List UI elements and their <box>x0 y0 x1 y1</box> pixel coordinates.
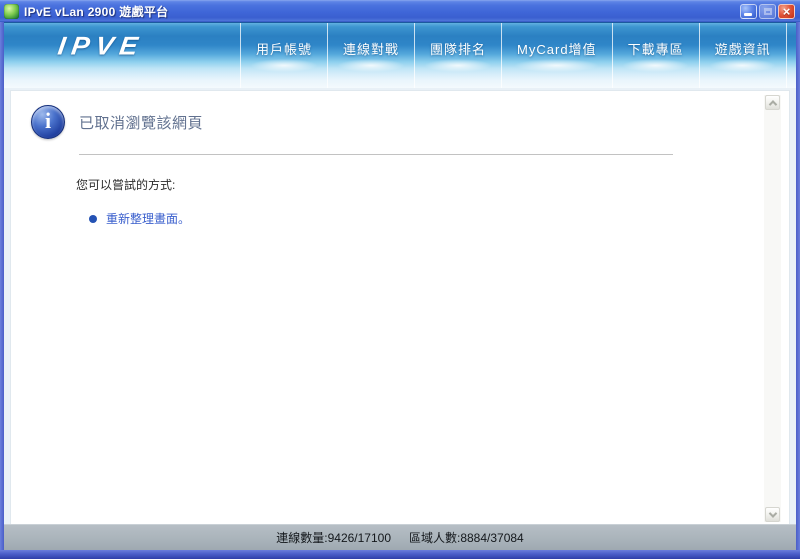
minimize-icon <box>744 12 752 16</box>
menu-item-ranking[interactable]: 團隊排名 <box>415 23 503 88</box>
connections-count: 連線數量:9426/17100 <box>276 531 391 545</box>
refresh-link[interactable]: 重新整理畫面。 <box>106 210 190 227</box>
navbar: IPVE 用戶帳號 連線對戰 團隊排名 MyCard增值 下載專區 遊戲資訊 <box>0 22 800 88</box>
suggestion-item: 重新整理畫面。 <box>89 210 789 227</box>
content-area: i 已取消瀏覽該網頁 您可以嘗試的方式: 重新整理畫面。 <box>4 88 796 524</box>
close-icon: × <box>782 3 791 19</box>
window-controls: × <box>738 3 795 19</box>
menu-item-mycard[interactable]: MyCard增值 <box>502 23 613 88</box>
menu-item-account[interactable]: 用戶帳號 <box>240 23 329 88</box>
scrollbar-track[interactable] <box>764 111 781 506</box>
scroll-up-button[interactable] <box>765 95 780 110</box>
close-button[interactable]: × <box>778 3 795 19</box>
try-label: 您可以嘗試的方式: <box>76 178 176 192</box>
main-menu: 用戶帳號 連線對戰 團隊排名 MyCard增值 下載專區 遊戲資訊 <box>240 23 787 88</box>
chevron-up-icon <box>768 99 777 109</box>
region-count: 區域人數:8884/37084 <box>409 531 524 545</box>
bullet-icon <box>89 214 97 223</box>
menu-item-battle[interactable]: 連線對戰 <box>328 23 416 88</box>
error-title: 已取消瀏覽該網頁 <box>79 114 204 132</box>
window-icon[interactable] <box>4 3 19 19</box>
info-icon: i <box>31 105 65 139</box>
minimize-button[interactable] <box>740 3 757 19</box>
ipve-logo[interactable]: IPVE <box>56 32 146 61</box>
scroll-down-button[interactable] <box>765 507 780 522</box>
app-window: IPvE vLan 2900 遊戲平台 × IPVE 用戶帳號 連線對戰 團隊排… <box>0 0 800 559</box>
info-icon-glyph: i <box>44 108 52 133</box>
titlebar[interactable]: IPvE vLan 2900 遊戲平台 × <box>0 0 800 22</box>
window-frame-left <box>0 22 4 550</box>
menu-item-download[interactable]: 下載專區 <box>613 23 700 88</box>
error-header: i 已取消瀏覽該網頁 <box>31 105 789 139</box>
error-page-panel: i 已取消瀏覽該網頁 您可以嘗試的方式: 重新整理畫面。 <box>10 90 790 524</box>
maximize-icon <box>763 7 772 15</box>
menu-item-gameinfo[interactable]: 遊戲資訊 <box>700 23 787 88</box>
maximize-button <box>759 3 776 19</box>
divider-line <box>79 154 673 155</box>
window-frame-bottom <box>0 550 800 559</box>
chevron-down-icon <box>768 508 777 518</box>
statusbar: 連線數量:9426/17100 區域人數:8884/37084 <box>4 524 796 550</box>
scrollbar[interactable] <box>764 95 781 522</box>
window-title: IPvE vLan 2900 遊戲平台 <box>24 4 169 19</box>
window-frame-right <box>796 22 800 550</box>
